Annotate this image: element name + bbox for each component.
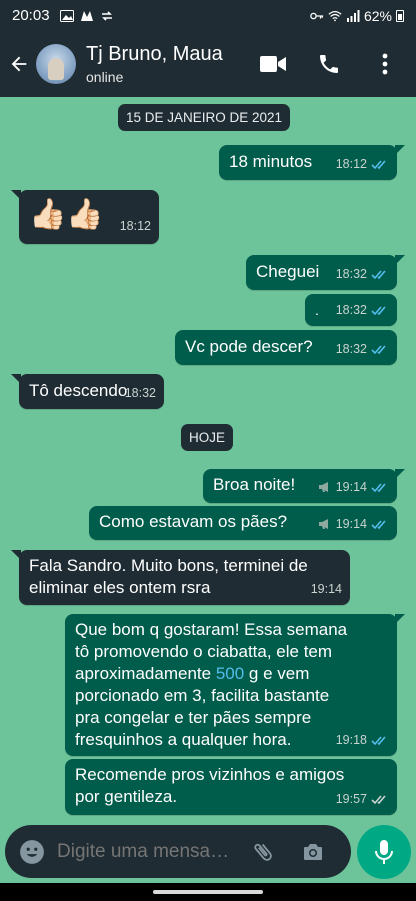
emoji-icon[interactable] <box>19 839 45 865</box>
double-check-icon <box>371 269 386 279</box>
double-check-icon <box>371 519 386 529</box>
message-text: 18 minutos <box>229 152 313 171</box>
mic-icon <box>375 840 393 864</box>
broadcast-icon <box>318 482 328 492</box>
message-time: 18:32 <box>335 303 367 317</box>
home-gesture-handle[interactable] <box>153 890 263 894</box>
message-bubble-outgoing[interactable]: Que bom q gostaram! Essa semana tô promo… <box>65 614 405 756</box>
chat-area[interactable]: 15 DE JANEIRO DE 2021 18 minutos 18:12 👍… <box>0 97 416 883</box>
message-bubble-outgoing[interactable]: Recomende pros vizinhos e amigos por gen… <box>65 759 397 815</box>
message-time: 18:32 <box>124 386 156 400</box>
message-time: 18:12 <box>119 219 151 233</box>
signal-icon <box>346 9 360 22</box>
message-bubble-outgoing[interactable]: Broa noite! 19:14 <box>203 469 405 503</box>
message-time: 18:32 <box>335 267 367 281</box>
message-bubble-incoming[interactable]: Tô descendo 18:32 <box>11 374 164 409</box>
message-text: Vc pode descer? <box>185 337 313 356</box>
message-text-highlight[interactable]: 500 <box>216 664 244 683</box>
double-check-icon <box>371 305 386 315</box>
message-text: Recomende pros vizinhos e amigos por gen… <box>75 765 345 806</box>
message-emoji: 👍🏻👍🏻 <box>29 198 104 231</box>
message-bubble-outgoing[interactable]: 18 minutos 18:12 <box>219 145 405 180</box>
message-time: 19:14 <box>310 582 342 596</box>
message-time: 19:14 <box>335 517 367 531</box>
gallery-notification-icon <box>59 9 74 22</box>
message-time: 19:14 <box>335 480 367 494</box>
more-options-button[interactable] <box>372 51 398 77</box>
message-bubble-outgoing[interactable]: Como estavam os pães? 19:14 <box>89 506 397 540</box>
double-check-icon <box>371 159 386 169</box>
attach-icon[interactable] <box>251 840 275 864</box>
message-bubble-outgoing[interactable]: Cheguei 18:32 <box>246 255 405 290</box>
double-check-icon <box>371 344 386 354</box>
battery-percent: 62% <box>363 7 392 24</box>
message-bubble-outgoing[interactable]: . 18:32 <box>305 294 397 326</box>
date-divider: 15 DE JANEIRO DE 2021 <box>118 104 291 131</box>
camera-icon[interactable] <box>301 840 325 864</box>
double-check-icon <box>371 735 386 745</box>
video-call-button[interactable] <box>260 51 286 77</box>
message-text: . <box>315 302 319 318</box>
contact-name: Tj Bruno, Maua <box>86 43 223 65</box>
status-bar: 20:03 62% <box>0 0 416 31</box>
message-time: 19:57 <box>335 792 367 806</box>
message-text: Tô descendo <box>29 381 128 400</box>
contact-status: online <box>86 69 124 85</box>
contact-info[interactable]: Tj Bruno, Maua online <box>86 42 223 86</box>
voice-call-button[interactable] <box>316 51 342 77</box>
transfer-notification-icon <box>101 10 112 21</box>
message-bubble-incoming[interactable]: 👍🏻👍🏻 18:12 <box>11 190 159 244</box>
voice-record-button[interactable] <box>357 825 411 879</box>
message-time: 19:18 <box>335 733 367 747</box>
back-button[interactable] <box>2 44 36 84</box>
message-text: Broa noite! <box>213 475 296 494</box>
app-notification-icon <box>80 10 93 21</box>
system-nav-bar <box>0 883 416 901</box>
message-input[interactable] <box>57 840 237 863</box>
message-bubble-outgoing[interactable]: Vc pode descer? 18:32 <box>175 330 397 365</box>
message-bubble-incoming[interactable]: Fala Sandro. Muito bons, terminei de eli… <box>11 550 350 605</box>
chat-header: Tj Bruno, Maua online <box>0 31 416 97</box>
date-divider: HOJE <box>181 424 234 451</box>
wifi-icon <box>328 10 342 21</box>
message-text: Como estavam os pães? <box>99 512 288 531</box>
phone-icon <box>320 55 338 73</box>
key-icon <box>310 12 324 19</box>
video-call-icon <box>260 56 286 72</box>
broadcast-icon <box>318 519 328 529</box>
double-check-icon <box>371 482 386 492</box>
contact-avatar[interactable] <box>36 44 76 84</box>
status-time: 20:03 <box>12 7 50 24</box>
message-text: Fala Sandro. Muito bons, terminei de eli… <box>29 556 308 597</box>
back-arrow-icon <box>11 56 27 72</box>
message-text: Cheguei <box>256 262 320 281</box>
more-options-icon <box>382 53 388 75</box>
double-check-icon <box>371 794 386 804</box>
battery-icon <box>396 9 404 22</box>
message-composer <box>5 825 351 878</box>
message-time: 18:32 <box>335 342 367 356</box>
message-time: 18:12 <box>335 157 367 171</box>
